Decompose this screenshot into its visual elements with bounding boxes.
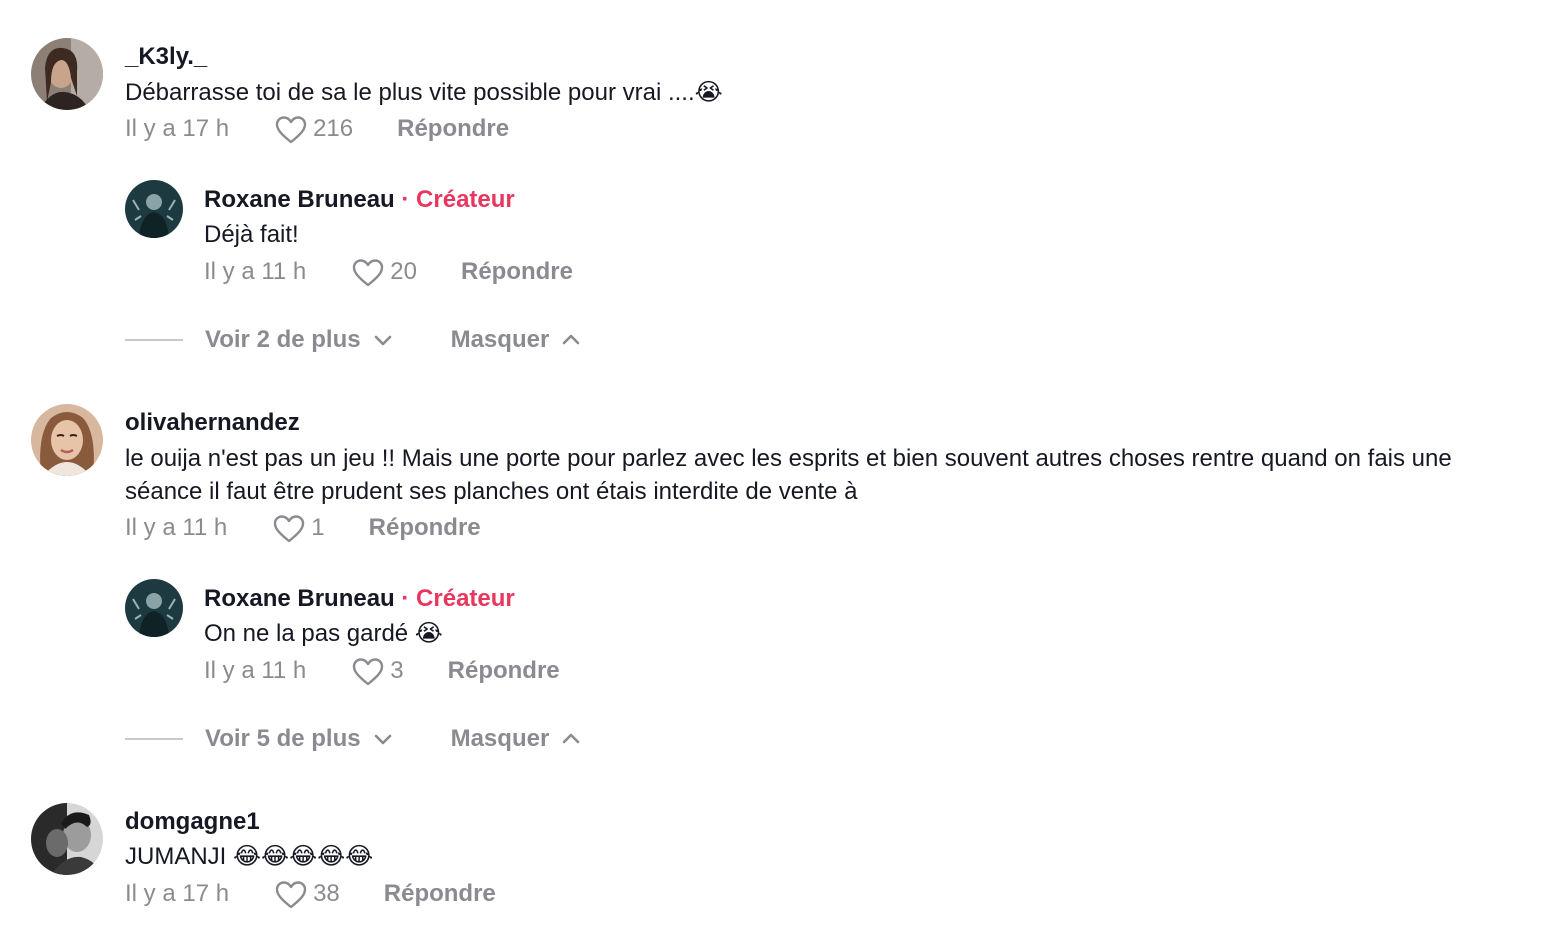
reply-text: On ne la pas gardé 😭 (204, 620, 443, 647)
avatar-domgagne1[interactable] (31, 803, 103, 875)
heart-outline-icon (275, 116, 307, 144)
reply-author-name: Roxane Bruneau (204, 186, 395, 213)
avatar-image (31, 803, 103, 875)
avatar-olivahernandez[interactable] (31, 404, 103, 476)
comment-time: Il y a 17 h (125, 114, 230, 142)
hide-label: Masquer (450, 326, 550, 353)
comment-text: le ouija n'est pas un jeu !! Mais une po… (125, 445, 1452, 505)
chevron-down-icon (374, 734, 391, 745)
view-more-label: Voir 5 de plus (205, 725, 361, 752)
hide-replies-button[interactable]: Masquer (451, 725, 582, 753)
like-button[interactable]: 20 (352, 255, 417, 288)
divider-line (125, 738, 183, 740)
heart-outline-icon (353, 259, 384, 287)
avatar-image (31, 404, 103, 476)
reply-username[interactable]: Roxane Bruneau · Créateur (204, 584, 515, 614)
avatar-image (31, 38, 103, 110)
reply-time: Il y a 11 h (204, 656, 307, 684)
reply-time: Il y a 11 h (204, 257, 307, 285)
hide-label: Masquer (450, 725, 550, 752)
reply-button[interactable]: Répondre (384, 879, 496, 909)
comment-text: JUMANJI 😂😂😂😂😂 (125, 843, 374, 870)
divider-line (125, 339, 183, 341)
comment-username[interactable]: domgagne1 (125, 807, 260, 837)
heart-outline-icon (275, 881, 307, 909)
comment-username[interactable]: _K3ly._ (125, 42, 207, 72)
comment-time: Il y a 11 h (125, 513, 228, 541)
like-button[interactable]: 3 (352, 654, 404, 687)
hide-replies-button[interactable]: Masquer (451, 326, 582, 354)
view-more-replies-button[interactable]: Voir 2 de plus (205, 326, 393, 354)
like-count: 38 (313, 879, 340, 907)
like-button[interactable]: 216 (275, 112, 353, 145)
avatar-image (125, 579, 183, 637)
heart-outline-icon (274, 515, 305, 543)
replies-toggle-row: Voir 2 de plus Masquer (125, 326, 581, 354)
comment-username[interactable]: olivahernandez (125, 408, 300, 438)
reply-button[interactable]: Répondre (369, 513, 481, 543)
reply-username[interactable]: Roxane Bruneau · Créateur (204, 185, 515, 215)
chevron-up-icon (562, 334, 580, 345)
like-count: 20 (390, 257, 417, 285)
chevron-down-icon (374, 335, 391, 346)
like-count: 1 (311, 513, 325, 541)
reply-text: Déjà fait! (204, 221, 299, 248)
reply-meta: Il y a 11 h 3 Répondre (204, 654, 560, 687)
like-button[interactable]: 38 (275, 877, 340, 910)
like-count: 3 (390, 656, 404, 684)
reply-author-name: Roxane Bruneau (204, 585, 395, 612)
like-count: 216 (313, 114, 354, 142)
creator-badge: · Créateur (401, 585, 515, 612)
avatar-k3ly[interactable] (31, 38, 103, 110)
comment-text: Débarrasse toi de sa le plus vite possib… (125, 79, 723, 106)
comment-meta: Il y a 11 h 1 Répondre (125, 511, 481, 544)
avatar-image (125, 180, 183, 238)
avatar-roxane-bruneau[interactable] (125, 180, 183, 238)
reply-button[interactable]: Répondre (397, 114, 509, 144)
chevron-up-icon (562, 733, 580, 744)
reply-meta: Il y a 11 h 20 Répondre (204, 255, 573, 288)
comment-meta: Il y a 17 h 38 Répondre (125, 877, 496, 910)
reply-button[interactable]: Répondre (448, 656, 560, 686)
avatar-roxane-bruneau[interactable] (125, 579, 183, 637)
comment-time: Il y a 17 h (125, 879, 230, 907)
replies-toggle-row: Voir 5 de plus Masquer (125, 725, 581, 753)
view-more-label: Voir 2 de plus (205, 326, 361, 353)
comment-meta: Il y a 17 h 216 Répondre (125, 112, 509, 145)
creator-badge: · Créateur (401, 186, 515, 213)
view-more-replies-button[interactable]: Voir 5 de plus (205, 725, 393, 753)
reply-button[interactable]: Répondre (461, 257, 573, 287)
like-button[interactable]: 1 (273, 511, 325, 544)
heart-outline-icon (353, 658, 384, 686)
